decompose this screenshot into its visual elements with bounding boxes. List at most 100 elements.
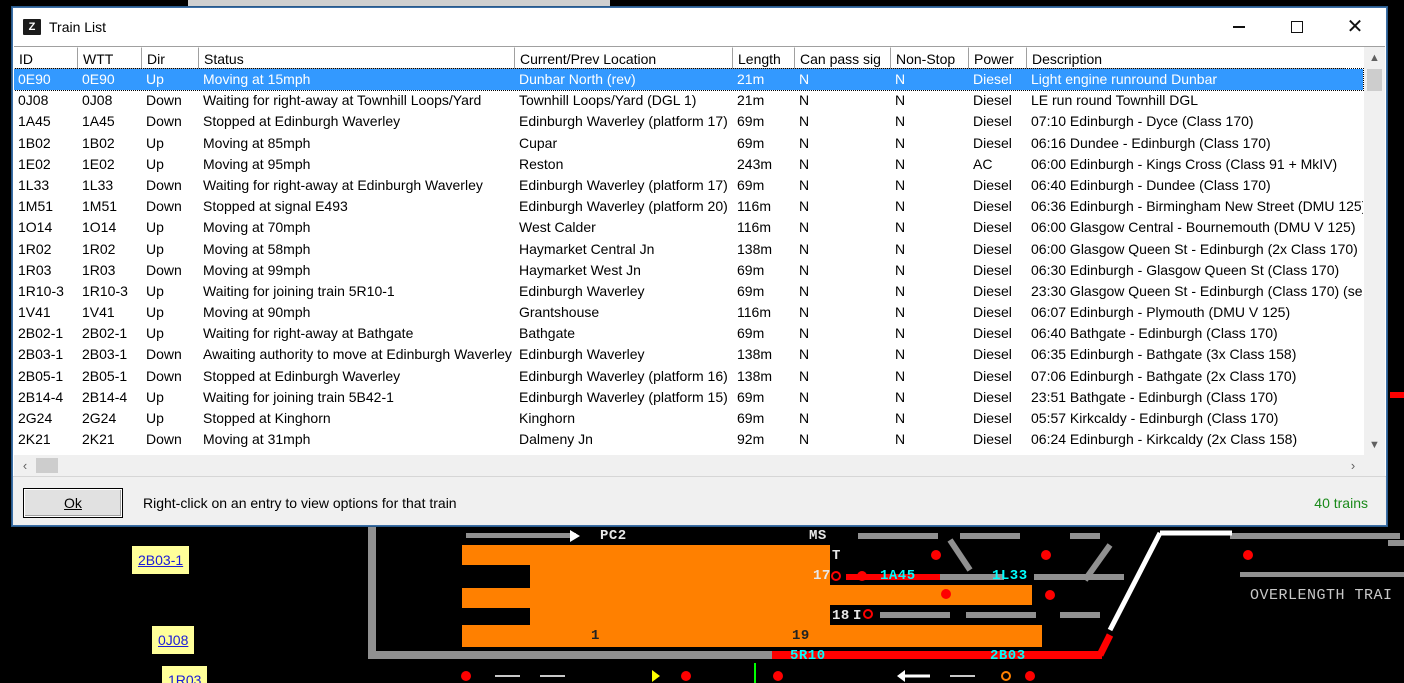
train-list-view[interactable]: ID WTT Dir Status Current/Prev Location …	[14, 46, 1385, 476]
cell-id: 2G24	[18, 410, 53, 426]
cell-non-stop: N	[895, 219, 906, 236]
cell-dir: Up	[146, 282, 164, 299]
window-footer: Ok Right-click on an entry to view optio…	[13, 476, 1386, 525]
cell-location: Bathgate	[519, 325, 576, 342]
scroll-left-icon[interactable]: ‹	[14, 455, 36, 476]
cell-non-stop: N	[895, 176, 906, 193]
cell-non-stop: N	[895, 367, 906, 384]
vertical-scrollbar[interactable]: ▲ ▼	[1364, 47, 1385, 456]
column-header-length[interactable]: Length	[733, 47, 795, 69]
column-header-power[interactable]: Power	[969, 47, 1027, 69]
train-tag-2b03-1[interactable]: 2B03-1	[132, 546, 190, 574]
title-bar[interactable]: Z Train List ✕	[13, 8, 1386, 46]
cell-id: 1R10-3	[18, 282, 64, 299]
train-describer-1l33[interactable]: 1L33	[992, 568, 1028, 584]
cell-length: 69m	[737, 176, 765, 193]
cell-can-pass-sig: N	[799, 176, 810, 193]
cell-dir: Up	[146, 388, 164, 405]
table-row[interactable]: 1R03 1R03 Down Moving at 99mph Haymarket…	[14, 260, 1363, 281]
table-row[interactable]: 1A45 1A45 Down Stopped at Edinburgh Wave…	[14, 111, 1363, 132]
train-tag-1r03[interactable]: 1R03	[162, 666, 208, 683]
table-row[interactable]: 2B14-4 2B14-4 Up Waiting for joining tra…	[14, 387, 1363, 408]
close-button[interactable]: ✕	[1326, 8, 1384, 46]
cell-non-stop: N	[895, 346, 906, 363]
train-describer-1a45[interactable]: 1A45	[880, 568, 916, 584]
train-describer-5r10[interactable]: 5R10	[790, 648, 826, 664]
cell-id: 1V41	[18, 304, 51, 321]
track	[960, 533, 1020, 539]
cell-status: Stopped at Kinghorn	[203, 410, 331, 426]
cell-non-stop: N	[895, 134, 906, 151]
table-row[interactable]: 0E90 0E90 Up Moving at 15mph Dunbar Nort…	[14, 67, 1364, 92]
cell-status: Waiting for joining train 5B42-1	[203, 388, 394, 405]
hint-text: Right-click on an entry to view options …	[143, 495, 457, 511]
cell-can-pass-sig: N	[799, 410, 810, 426]
train-tag-0j08[interactable]: 0J08	[152, 626, 195, 654]
table-row[interactable]: 2G24 2G24 Up Stopped at Kinghorn Kinghor…	[14, 408, 1363, 429]
cell-can-pass-sig: N	[799, 219, 810, 236]
cell-status: Stopped at Edinburgh Waverley	[203, 367, 401, 384]
scroll-right-icon[interactable]: ›	[1342, 455, 1364, 476]
cell-id: 2B05-1	[18, 367, 64, 384]
cell-length: 116m	[737, 304, 771, 321]
column-header-description[interactable]: Description	[1027, 47, 1345, 69]
cell-id: 2B02-1	[18, 325, 64, 342]
table-row[interactable]: 1B02 1B02 Up Moving at 85mph Cupar 69m N…	[14, 133, 1363, 154]
table-row[interactable]: 1L33 1L33 Down Waiting for right-away at…	[14, 175, 1363, 196]
scroll-up-icon[interactable]: ▲	[1364, 47, 1385, 69]
column-header-status[interactable]: Status	[199, 47, 515, 69]
cell-can-pass-sig: N	[799, 134, 810, 151]
cell-id: 1B02	[18, 134, 51, 151]
cell-power: Diesel	[973, 367, 1012, 384]
table-row[interactable]: 1M51 1M51 Down Stopped at signal E493 Ed…	[14, 196, 1363, 217]
horizontal-scrollbar[interactable]: ‹ ›	[14, 455, 1385, 476]
cell-location: Townhill Loops/Yard (DGL 1)	[519, 92, 697, 109]
column-header-non-stop[interactable]: Non-Stop	[891, 47, 969, 69]
cell-status: Waiting for joining train 5R10-1	[203, 282, 395, 299]
table-row[interactable]: 1E02 1E02 Up Moving at 95mph Reston 243m…	[14, 154, 1363, 175]
cell-dir: Up	[146, 410, 164, 426]
track	[880, 612, 950, 618]
table-row[interactable]: 1R02 1R02 Up Moving at 58mph Haymarket C…	[14, 239, 1363, 260]
cell-dir: Down	[146, 176, 182, 193]
maximize-button[interactable]	[1268, 8, 1326, 46]
horizontal-scroll-thumb[interactable]	[36, 458, 58, 473]
cell-can-pass-sig: N	[799, 367, 810, 384]
column-header-can-pass-sig[interactable]: Can pass sig	[795, 47, 891, 69]
cell-length: 69m	[737, 410, 765, 426]
ok-button[interactable]: Ok	[23, 488, 123, 518]
cell-description: 23:30 Glasgow Queen St - Edinburgh (Clas…	[1031, 282, 1363, 299]
scroll-down-icon[interactable]: ▼	[1364, 434, 1385, 456]
platform-block	[462, 588, 530, 608]
table-row[interactable]: 2K21 2K21 Down Moving at 31mph Dalmeny J…	[14, 429, 1363, 450]
table-row[interactable]: 0J08 0J08 Down Waiting for right-away at…	[14, 90, 1363, 111]
cell-id: 1R02	[18, 240, 52, 257]
cell-description: 07:10 Edinburgh - Dyce (Class 170)	[1031, 113, 1254, 130]
track	[966, 612, 1036, 618]
cell-location: Cupar	[519, 134, 558, 151]
cell-status: Awaiting authority to move at Edinburgh …	[203, 346, 512, 363]
column-header-wtt[interactable]: WTT	[78, 47, 142, 69]
platform-number-19: 19	[792, 628, 810, 644]
overlength-train-label: OVERLENGTH TRAI	[1250, 587, 1393, 604]
column-header-id[interactable]: ID	[14, 47, 78, 69]
column-header-location[interactable]: Current/Prev Location	[515, 47, 733, 69]
cell-non-stop: N	[895, 198, 906, 215]
cell-id: 0E90	[18, 71, 51, 87]
cell-power: Diesel	[973, 134, 1012, 151]
table-row[interactable]: 1R10-3 1R10-3 Up Waiting for joining tra…	[14, 281, 1363, 302]
cell-wtt: 0E90	[82, 71, 115, 87]
table-row[interactable]: 2B02-1 2B02-1 Up Waiting for right-away …	[14, 323, 1363, 344]
table-row[interactable]: 1O14 1O14 Up Moving at 70mph West Calder…	[14, 217, 1363, 238]
cell-can-pass-sig: N	[799, 113, 810, 130]
table-row[interactable]: 2B05-1 2B05-1 Down Stopped at Edinburgh …	[14, 366, 1363, 387]
vertical-scroll-thumb[interactable]	[1367, 69, 1382, 91]
table-row[interactable]: 2B03-1 2B03-1 Down Awaiting authority to…	[14, 344, 1363, 365]
cell-power: Diesel	[973, 240, 1012, 257]
minimize-button[interactable]	[1210, 8, 1268, 46]
train-describer-2b03[interactable]: 2B03	[990, 648, 1026, 664]
platform-block	[462, 625, 1042, 647]
cell-non-stop: N	[895, 282, 906, 299]
table-row[interactable]: 1V41 1V41 Up Moving at 90mph Grantshouse…	[14, 302, 1363, 323]
column-header-dir[interactable]: Dir	[142, 47, 199, 69]
